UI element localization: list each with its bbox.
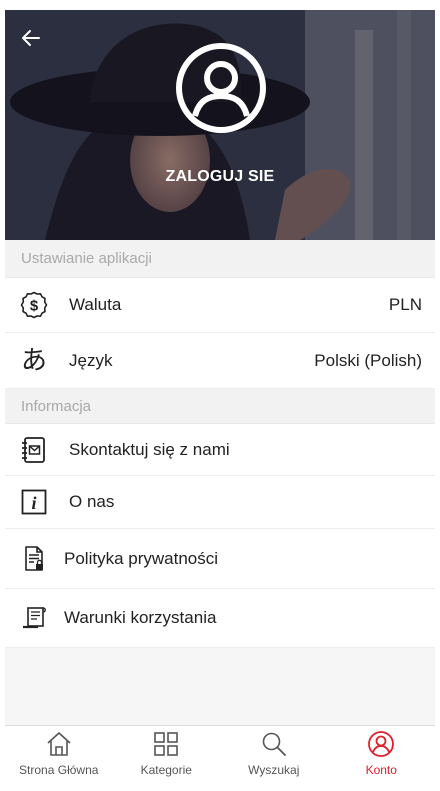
language-icon: あ — [20, 345, 47, 376]
nav-item-categories[interactable]: Kategorie — [113, 726, 221, 781]
nav-item-account[interactable]: Konto — [328, 726, 436, 781]
bottom-navigation: Strona Główna Kategorie Wyszukaj Konto — [5, 725, 435, 781]
info-item-contact[interactable]: Skontaktuj się z nami — [5, 424, 435, 476]
section-header-app-settings: Ustawianie aplikacji — [5, 240, 435, 278]
nav-label-account: Konto — [365, 763, 397, 777]
info-item-privacy[interactable]: Polityka prywatności — [5, 529, 435, 589]
currency-value: PLN — [388, 295, 422, 314]
info-item-terms[interactable]: Warunki korzystania — [5, 589, 435, 648]
account-icon — [368, 731, 395, 757]
privacy-document-icon — [25, 545, 43, 571]
profile-hero: ZALOGUJ SIE — [5, 10, 435, 240]
section-header-information: Informacja — [5, 389, 435, 424]
language-label: Język — [69, 350, 113, 370]
home-icon — [47, 732, 71, 756]
nav-label-categories: Kategorie — [140, 763, 192, 777]
contact-label: Skontaktuj się z nami — [69, 439, 230, 459]
settings-item-language[interactable]: あ Język Polski (Polish) — [5, 333, 435, 389]
nav-label-search: Wyszukaj — [248, 763, 300, 777]
about-label: O nas — [69, 492, 115, 511]
privacy-label: Polityka prywatności — [64, 548, 219, 568]
currency-label: Waluta — [69, 295, 122, 314]
nav-item-home[interactable]: Strona Główna — [5, 726, 113, 781]
search-icon — [262, 732, 286, 756]
language-value: Polski (Polish) — [314, 350, 422, 370]
terms-scroll-icon — [23, 607, 46, 629]
app-frame: ZALOGUJ SIE Ustawianie aplikacji $ Walut… — [5, 10, 435, 781]
terms-label: Warunki korzystania — [64, 608, 217, 627]
info-item-about[interactable]: i O nas — [5, 476, 435, 529]
nav-label-home: Strona Główna — [19, 763, 99, 777]
dollar-coin-icon: $ — [20, 291, 48, 319]
login-button[interactable]: ZALOGUJ SIE — [5, 168, 435, 186]
avatar-icon[interactable] — [175, 42, 267, 134]
nav-item-search[interactable]: Wyszukaj — [220, 726, 328, 781]
svg-text:$: $ — [30, 298, 39, 315]
contact-book-icon — [22, 436, 45, 463]
svg-text:i: i — [31, 493, 36, 513]
back-arrow-icon[interactable] — [19, 26, 43, 50]
categories-grid-icon — [154, 732, 179, 756]
info-icon: i — [21, 489, 47, 515]
settings-item-currency[interactable]: $ Waluta PLN — [5, 278, 435, 333]
